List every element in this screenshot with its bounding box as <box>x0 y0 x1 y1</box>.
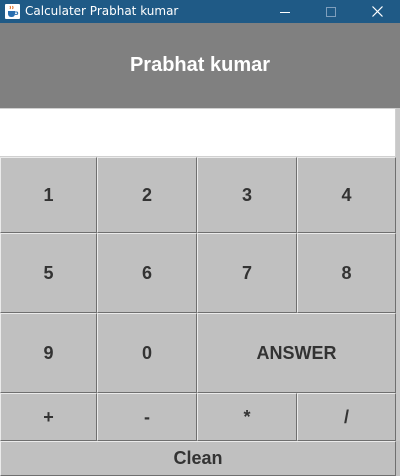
clean-button[interactable]: Clean <box>0 441 396 476</box>
maximize-button[interactable] <box>308 0 354 23</box>
header-title: Prabhat kumar <box>129 54 271 76</box>
key-4-button[interactable]: 4 <box>297 157 396 233</box>
window-titlebar[interactable]: Calculater Prabhat kumar <box>0 0 400 23</box>
app-header: Prabhat kumar <box>0 23 400 108</box>
minimize-icon <box>280 7 290 17</box>
key-0-button[interactable]: 0 <box>97 313 197 393</box>
plus-button[interactable]: + <box>0 393 97 441</box>
close-icon <box>371 6 383 17</box>
maximize-icon <box>326 6 336 17</box>
key-2-button[interactable]: 2 <box>97 157 197 233</box>
answer-button[interactable]: ANSWER <box>197 313 396 393</box>
multiply-button[interactable]: * <box>197 393 297 441</box>
key-3-button[interactable]: 3 <box>197 157 297 233</box>
window-right-edge <box>396 108 400 476</box>
key-7-button[interactable]: 7 <box>197 233 297 313</box>
key-5-button[interactable]: 5 <box>0 233 97 313</box>
minus-button[interactable]: - <box>97 393 197 441</box>
key-8-button[interactable]: 8 <box>297 233 396 313</box>
key-1-button[interactable]: 1 <box>0 157 97 233</box>
key-9-button[interactable]: 9 <box>0 313 97 393</box>
key-6-button[interactable]: 6 <box>97 233 197 313</box>
window-title: Calculater Prabhat kumar <box>25 4 179 18</box>
close-button[interactable] <box>354 0 400 23</box>
minimize-button[interactable] <box>262 0 308 23</box>
java-coffee-cup-icon <box>5 4 20 19</box>
divide-button[interactable]: / <box>297 393 396 441</box>
result-display-field[interactable] <box>0 108 396 157</box>
